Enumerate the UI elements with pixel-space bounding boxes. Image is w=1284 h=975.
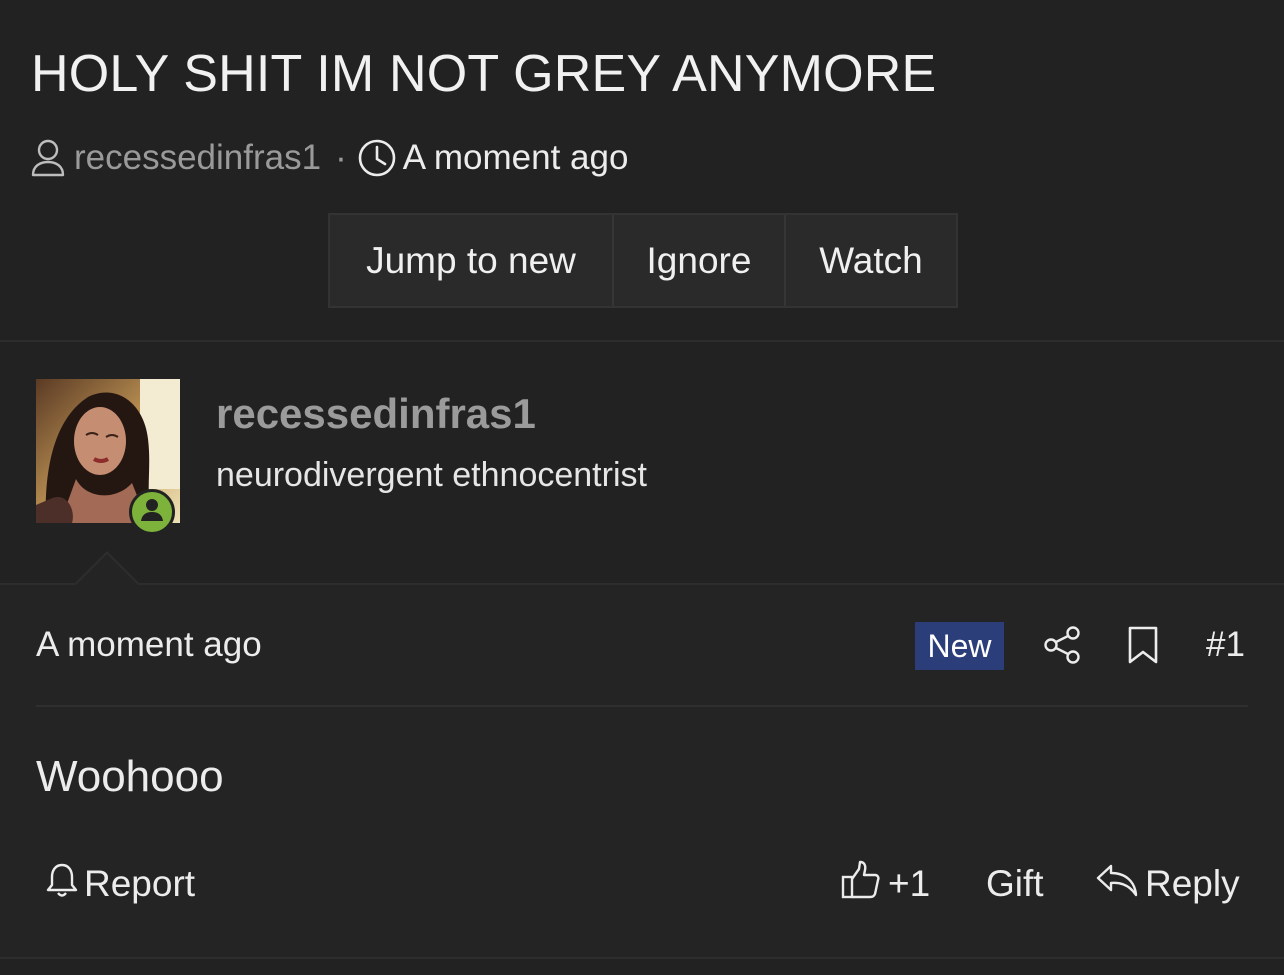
online-user-icon	[136, 494, 168, 531]
reply-icon	[1095, 860, 1145, 909]
post-number-link[interactable]: #1	[1206, 625, 1245, 665]
share-icon[interactable]	[1042, 625, 1082, 665]
post: recessedinfras1 neurodivergent ethnocent…	[0, 340, 1284, 962]
thread-action-group: Jump to new Ignore Watch	[328, 213, 958, 308]
ignore-button[interactable]: Ignore	[612, 215, 784, 306]
reply-label: Reply	[1145, 863, 1240, 904]
post-header: A moment ago New #1	[36, 585, 1248, 707]
report-button[interactable]: Report	[44, 857, 195, 911]
thread-header: HOLY SHIT IM NOT GREY ANYMORE recessedin…	[0, 0, 1284, 339]
bookmark-icon[interactable]	[1126, 625, 1160, 665]
meta-separator: ·	[335, 138, 347, 177]
clock-icon	[357, 138, 396, 178]
thread-time[interactable]: A moment ago	[403, 138, 629, 178]
page: HOLY SHIT IM NOT GREY ANYMORE recessedin…	[0, 0, 1284, 975]
reply-button[interactable]: Reply	[1095, 857, 1240, 911]
thread-author-link[interactable]: recessedinfras1	[74, 138, 321, 178]
post-footer: Report +1 Gift Reply	[0, 857, 1284, 917]
message-pointer-inner	[76, 554, 138, 585]
jump-to-new-button[interactable]: Jump to new	[330, 215, 612, 306]
post-user-block: recessedinfras1 neurodivergent ethnocent…	[0, 342, 1284, 585]
post-date[interactable]: A moment ago	[36, 625, 262, 665]
thread-meta: recessedinfras1 · A moment ago	[30, 136, 628, 180]
post-username[interactable]: recessedinfras1	[216, 390, 536, 438]
report-label: Report	[84, 863, 196, 904]
post-body: Woohooo	[36, 752, 224, 801]
online-status-badge	[129, 489, 175, 535]
user-title: neurodivergent ethnocentrist	[216, 456, 647, 494]
like-button[interactable]: +1	[840, 857, 930, 911]
like-count: +1	[888, 863, 931, 904]
thumbs-up-icon	[840, 859, 888, 910]
thread-title: HOLY SHIT IM NOT GREY ANYMORE	[31, 45, 937, 103]
gift-button[interactable]: Gift	[986, 857, 1044, 911]
bottom-divider	[0, 957, 1284, 975]
user-icon	[30, 138, 66, 178]
new-badge: New	[915, 622, 1004, 670]
watch-button[interactable]: Watch	[784, 215, 956, 306]
bell-icon	[44, 860, 84, 909]
